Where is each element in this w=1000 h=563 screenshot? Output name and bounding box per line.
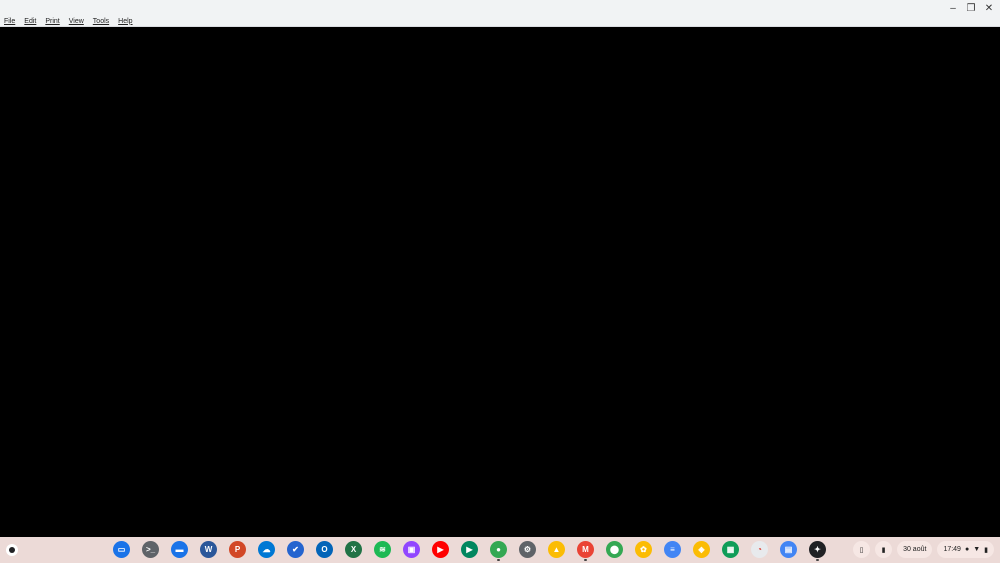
menu-view[interactable]: View — [69, 18, 84, 25]
notification-icon: ● — [964, 546, 970, 553]
battery-icon: ▮ — [984, 546, 988, 554]
web-app-icon[interactable]: ◔ — [751, 541, 768, 558]
messages-icon[interactable]: ▭ — [113, 541, 130, 558]
title-bar: – ❐ ✕ — [0, 0, 1000, 16]
date-text: 30 août — [903, 546, 927, 553]
menu-file[interactable]: File — [4, 18, 15, 25]
calendar-icon[interactable]: ▤ — [780, 541, 797, 558]
window-controls: – ❐ ✕ — [946, 1, 996, 15]
shelf-apps: ▭ >_ ▬ W P ☁ ✔ O X ≋ ▣ ▶ ▶ ● ⚙ ▲ M ⬤ ✿ ≡ ◈ ▦ ◔ ▤ ✦ — [113, 541, 826, 561]
settings-icon[interactable]: ⚙ — [519, 541, 536, 558]
keep-icon[interactable]: ◈ — [693, 541, 710, 558]
app-window: – ❐ ✕ File Edit Print View Tools Help — [0, 0, 1000, 537]
menu-help[interactable]: Help — [118, 18, 132, 25]
restore-button[interactable]: ❐ — [964, 1, 978, 15]
onedrive-icon[interactable]: ☁ — [258, 541, 275, 558]
holding-space-button[interactable]: ▯ — [853, 541, 871, 558]
maps-icon[interactable]: ⬤ — [606, 541, 623, 558]
chrome-icon[interactable]: ● — [490, 541, 507, 561]
spotify-icon[interactable]: ≋ — [374, 541, 391, 558]
powerpoint-icon[interactable]: P — [229, 541, 246, 558]
file-icon: ▯ — [859, 546, 864, 554]
terminal-icon[interactable]: >_ — [142, 541, 159, 558]
close-button[interactable]: ✕ — [982, 1, 996, 15]
gmail-icon[interactable]: M — [577, 541, 594, 561]
menu-tools[interactable]: Tools — [93, 18, 109, 25]
outlook-icon[interactable]: O — [316, 541, 333, 558]
todo-icon[interactable]: ✔ — [287, 541, 304, 558]
drive-icon[interactable]: ▲ — [548, 541, 565, 558]
launcher-icon — [9, 547, 15, 553]
menu-edit[interactable]: Edit — [24, 18, 36, 25]
youtube-icon[interactable]: ▶ — [432, 541, 449, 558]
phone-icon: ▮ — [881, 546, 886, 554]
date-button[interactable]: 30 août — [897, 541, 933, 558]
launcher-button[interactable] — [6, 544, 18, 556]
time-text: 17:49 — [943, 546, 961, 553]
status-area-button[interactable]: 17:49 ● ▼ ▮ — [937, 541, 994, 558]
sheets-icon[interactable]: ▦ — [722, 541, 739, 558]
pen-app-icon[interactable]: ✦ — [809, 541, 826, 561]
system-tray: ▯ ▮ 30 août 17:49 ● ▼ ▮ — [853, 541, 994, 558]
play-store-icon[interactable]: ▶ — [461, 541, 478, 558]
files-icon[interactable]: ▬ — [171, 541, 188, 558]
word-icon[interactable]: W — [200, 541, 217, 558]
minimize-button[interactable]: – — [946, 1, 960, 15]
content-area[interactable] — [0, 28, 1000, 537]
shelf: ▭ >_ ▬ W P ☁ ✔ O X ≋ ▣ ▶ ▶ ● ⚙ ▲ M ⬤ ✿ ≡ ◈ ▦ ◔ ▤ ✦ ▯ ▮ 30 août 1… — [0, 537, 1000, 563]
menu-bar: File Edit Print View Tools Help — [0, 16, 1000, 27]
docs-icon[interactable]: ≡ — [664, 541, 681, 558]
twitch-icon[interactable]: ▣ — [403, 541, 420, 558]
phone-hub-button[interactable]: ▮ — [875, 541, 893, 558]
photos-icon[interactable]: ✿ — [635, 541, 652, 558]
wifi-icon: ▼ — [973, 546, 981, 553]
menu-print[interactable]: Print — [45, 18, 59, 25]
excel-icon[interactable]: X — [345, 541, 362, 558]
